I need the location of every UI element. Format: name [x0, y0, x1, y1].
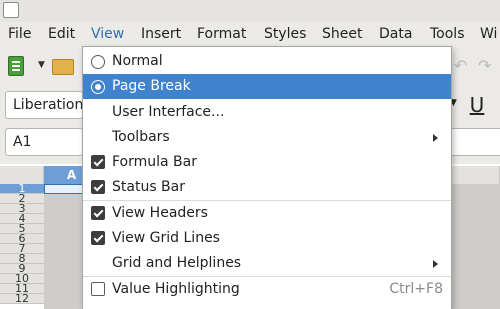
shortcut-label: Ctrl+F8 — [389, 281, 443, 297]
menu-item-label: Formula Bar — [112, 154, 197, 170]
checkbox-icon — [91, 282, 105, 296]
menu-data[interactable]: Data — [377, 22, 414, 46]
font-name-box[interactable]: Liberation — [5, 91, 83, 119]
checkbox-icon — [91, 180, 105, 194]
menu-item-label: Value Highlighting — [112, 281, 240, 297]
menu-item-label: Toolbars — [112, 129, 170, 145]
menu-item-label: Page Break — [112, 78, 191, 94]
row-header[interactable]: 1 — [0, 184, 44, 194]
menu-item-label: Status Bar — [112, 179, 186, 195]
chevron-down-icon[interactable]: ▼ — [38, 60, 45, 70]
menu-item-formula-bar[interactable]: Formula Bar — [83, 150, 451, 175]
menu-sheet[interactable]: Sheet — [320, 22, 364, 46]
app-icon[interactable] — [3, 2, 19, 18]
menu-item-grid-and-helplines[interactable]: Grid and Helplines — [83, 251, 451, 276]
row-header[interactable]: 8 — [0, 254, 44, 264]
folder-icon[interactable] — [52, 59, 74, 75]
menu-item-label: View Grid Lines — [112, 230, 220, 246]
menu-item-label: User Interface... — [112, 104, 225, 120]
checkbox-icon — [91, 206, 105, 220]
row-header[interactable]: 7 — [0, 244, 44, 254]
chevron-right-icon — [433, 260, 438, 268]
calc-icon[interactable] — [8, 56, 24, 76]
row-header[interactable]: 4 — [0, 214, 44, 224]
radio-icon — [91, 55, 105, 69]
formula-input[interactable] — [450, 128, 500, 156]
menu-item-page-break[interactable]: Page Break — [83, 74, 451, 99]
row-header[interactable]: 9 — [0, 264, 44, 274]
row-header[interactable]: 6 — [0, 234, 44, 244]
title-bar — [0, 0, 500, 22]
row-header[interactable]: 2 — [0, 194, 44, 204]
row-header[interactable]: 10 — [0, 274, 44, 284]
select-all-corner[interactable] — [0, 166, 44, 184]
menu-item-normal[interactable]: Normal — [83, 49, 451, 74]
underline-button[interactable]: U — [466, 91, 488, 119]
view-menu-dropdown: Normal Page Break User Interface... Tool… — [82, 46, 452, 309]
menu-item-label: View Headers — [112, 205, 208, 221]
menu-view[interactable]: View — [89, 22, 126, 46]
menu-file[interactable]: File — [6, 22, 33, 46]
menu-tools[interactable]: Tools — [428, 22, 467, 46]
menu-format[interactable]: Format — [195, 22, 248, 46]
radio-icon — [91, 80, 105, 94]
menu-styles[interactable]: Styles — [262, 22, 308, 46]
chevron-right-icon — [433, 134, 438, 142]
menu-item-label: Grid and Helplines — [112, 255, 242, 271]
menu-item-value-highlighting[interactable]: Value Highlighting Ctrl+F8 — [83, 277, 451, 302]
row-header[interactable]: 3 — [0, 204, 44, 214]
menu-item-toolbars[interactable]: Toolbars — [83, 125, 451, 150]
menu-item-view-headers[interactable]: View Headers — [83, 201, 451, 226]
menu-bar: File Edit View Insert Format Styles Shee… — [0, 22, 500, 46]
name-box[interactable]: A1 — [5, 128, 83, 156]
menu-item-view-grid-lines[interactable]: View Grid Lines — [83, 226, 451, 251]
menu-edit[interactable]: Edit — [46, 22, 77, 46]
menu-item-user-interface[interactable]: User Interface... — [83, 100, 451, 125]
row-header[interactable]: 5 — [0, 224, 44, 234]
redo-icon[interactable]: ↷ — [478, 56, 491, 75]
checkbox-icon — [91, 231, 105, 245]
menu-window[interactable]: Wi — [478, 22, 499, 46]
menu-item-label: Normal — [112, 53, 163, 69]
row-header[interactable]: 12 — [0, 294, 44, 304]
menu-item-status-bar[interactable]: Status Bar — [83, 175, 451, 200]
checkbox-icon — [91, 155, 105, 169]
row-header[interactable]: 11 — [0, 284, 44, 294]
selected-cell[interactable] — [44, 184, 84, 194]
undo-icon[interactable]: ↶ — [454, 56, 467, 75]
menu-insert[interactable]: Insert — [139, 22, 183, 46]
